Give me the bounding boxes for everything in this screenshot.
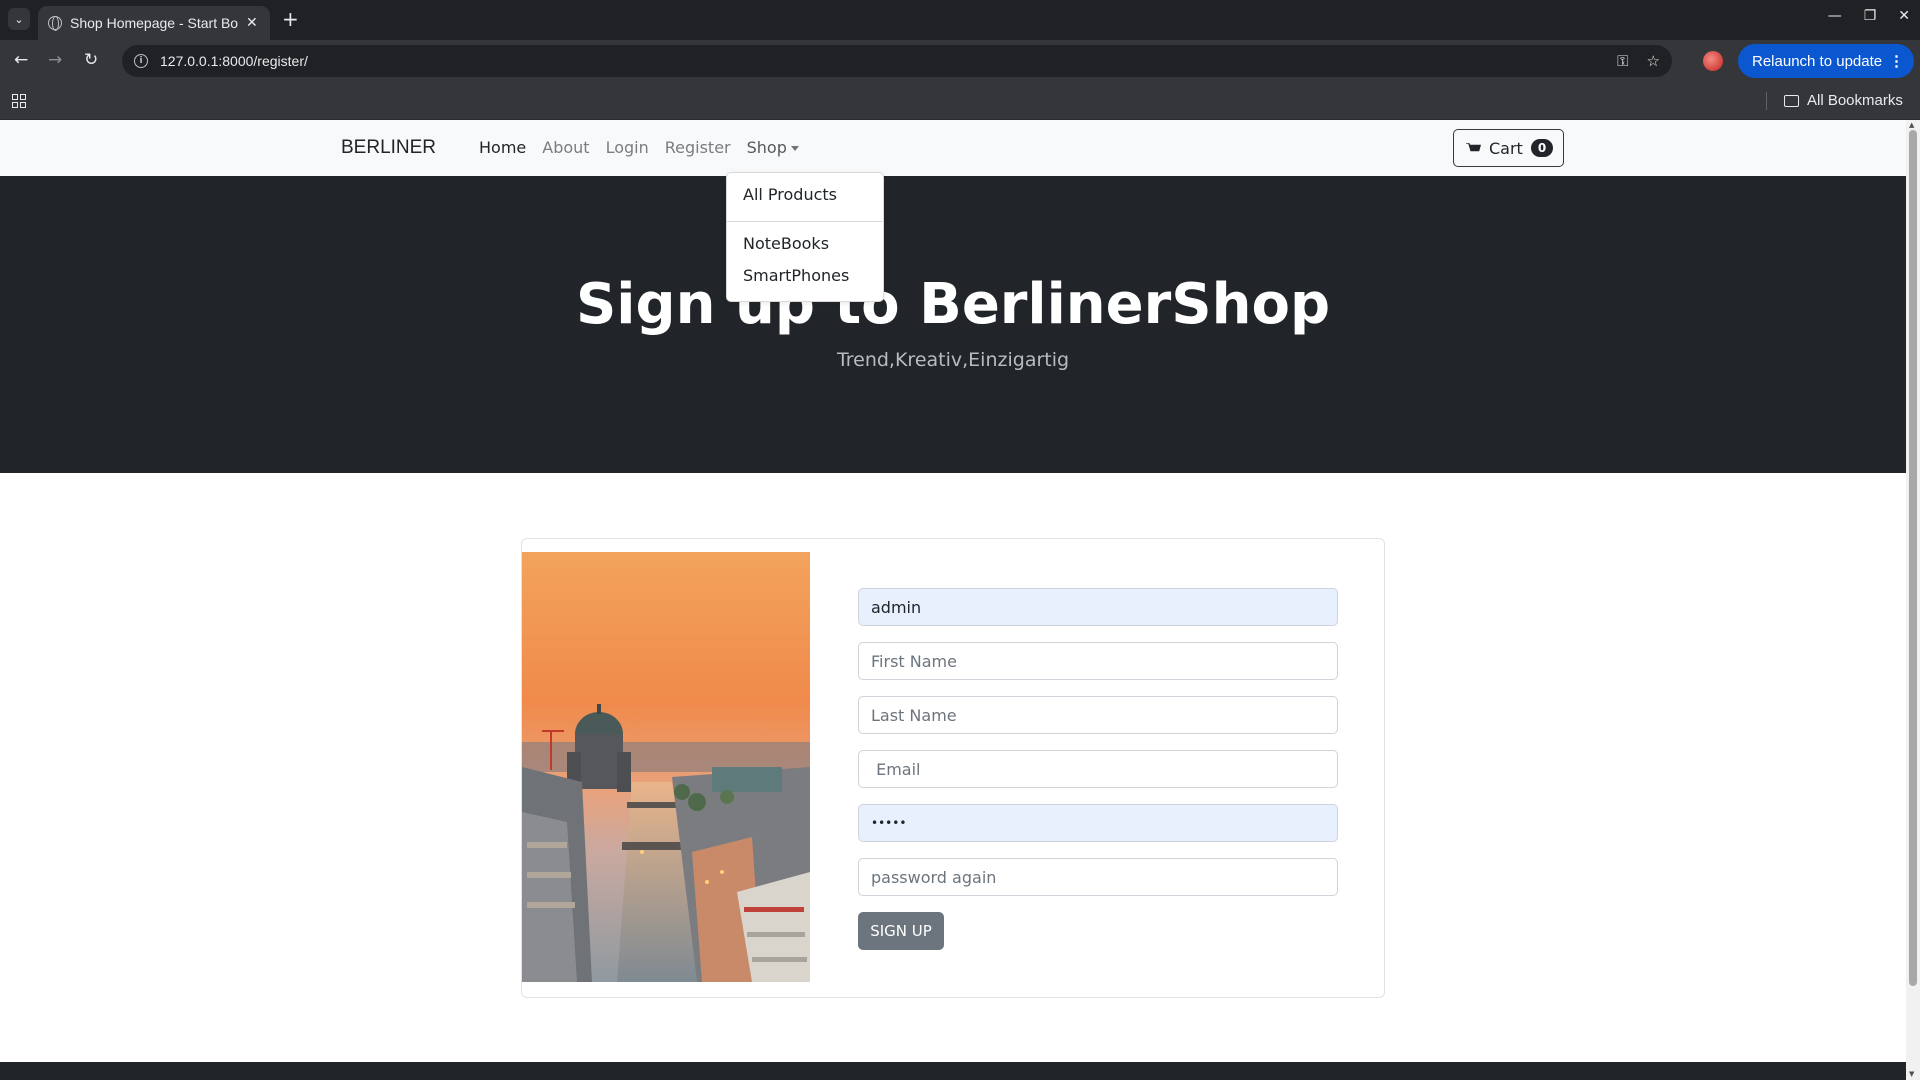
tab-close-icon[interactable]: ✕ xyxy=(246,15,258,31)
all-bookmarks-label: All Bookmarks xyxy=(1807,92,1903,109)
browser-tab-bar: ⌄ Shop Homepage - Start Bootstrap ✕ + — … xyxy=(0,0,1920,40)
nav-shop-label: Shop xyxy=(746,138,787,157)
cart-count-badge: 0 xyxy=(1530,139,1554,157)
footer xyxy=(0,1062,1906,1080)
cart-label: Cart xyxy=(1489,138,1523,158)
scroll-up-arrow-icon[interactable]: ▲ xyxy=(1909,121,1914,129)
apps-grid-icon[interactable] xyxy=(12,94,26,108)
window-controls: — ❐ ✕ xyxy=(1828,8,1910,24)
reload-icon[interactable]: ↻ xyxy=(84,50,98,70)
nav-about-link[interactable]: About xyxy=(542,138,589,157)
password-field[interactable] xyxy=(858,804,1338,842)
address-bar[interactable]: i 127.0.0.1:8000/register/ ⚿ ☆ xyxy=(122,45,1672,77)
minimize-icon[interactable]: — xyxy=(1828,8,1842,24)
bookmarks-bar: All Bookmarks xyxy=(0,82,1920,120)
berlin-cityscape-image xyxy=(522,552,810,982)
scrollbar-thumb[interactable] xyxy=(1909,130,1917,986)
caret-down-icon xyxy=(790,146,799,151)
nav-login-link[interactable]: Login xyxy=(606,138,649,157)
close-window-icon[interactable]: ✕ xyxy=(1898,8,1910,24)
password-key-icon[interactable]: ⚿ xyxy=(1617,52,1628,70)
forward-arrow-icon[interactable]: → xyxy=(48,50,62,70)
hero-subtitle: Trend,Kreativ,Einzigartig xyxy=(836,349,1070,371)
nav-register-link[interactable]: Register xyxy=(665,138,731,157)
all-bookmarks-button[interactable]: All Bookmarks xyxy=(1784,92,1903,109)
bookmarks-divider xyxy=(1766,92,1767,110)
cart-button[interactable]: Cart 0 xyxy=(1453,129,1564,167)
browser-tab-active[interactable]: Shop Homepage - Start Bootstrap ✕ xyxy=(38,6,270,40)
maximize-icon[interactable]: ❐ xyxy=(1864,8,1877,24)
nav-links: Home About Login Register Shop xyxy=(479,138,799,157)
cart-icon xyxy=(1466,142,1481,152)
browser-toolbar: ← → ↻ i 127.0.0.1:8000/register/ ⚿ ☆ Rel… xyxy=(0,40,1920,82)
brand-logo-text[interactable]: BERLINER xyxy=(341,137,436,159)
page-viewport: BERLINER Home About Login Register Shop … xyxy=(0,120,1906,1080)
last-name-field[interactable] xyxy=(858,696,1338,734)
folder-icon xyxy=(1784,94,1799,107)
tab-title: Shop Homepage - Start Bootstrap xyxy=(70,15,238,31)
username-field[interactable] xyxy=(858,588,1338,626)
email-field[interactable] xyxy=(858,750,1338,788)
signup-button[interactable]: SIGN UP xyxy=(858,912,944,950)
shop-dropdown-menu: All Products NoteBooks SmartPhones xyxy=(726,172,884,302)
page-scrollbar[interactable]: ▲ ▼ xyxy=(1906,120,1920,1080)
signup-card: SIGN UP xyxy=(521,538,1385,998)
site-info-icon[interactable]: i xyxy=(134,54,148,68)
globe-icon xyxy=(48,16,62,31)
first-name-field[interactable] xyxy=(858,642,1338,680)
dropdown-divider xyxy=(727,221,883,222)
dropdown-item-notebooks[interactable]: NoteBooks xyxy=(743,234,829,253)
relaunch-button[interactable]: Relaunch to update ⋮ xyxy=(1738,44,1914,78)
hero-title: Sign up to BerlinerShop xyxy=(575,272,1331,337)
more-menu-icon[interactable]: ⋮ xyxy=(1889,52,1904,70)
back-arrow-icon[interactable]: ← xyxy=(14,50,28,70)
url-text[interactable]: 127.0.0.1:8000/register/ xyxy=(160,53,308,69)
nav-shop-dropdown-toggle[interactable]: Shop xyxy=(747,138,799,157)
relaunch-label: Relaunch to update xyxy=(1752,52,1883,70)
profile-avatar[interactable] xyxy=(1703,51,1723,71)
tab-search-chevron-icon[interactable]: ⌄ xyxy=(8,8,30,30)
scroll-down-arrow-icon[interactable]: ▼ xyxy=(1909,1070,1914,1078)
password-again-field[interactable] xyxy=(858,858,1338,896)
nav-home-link[interactable]: Home xyxy=(479,138,526,157)
dropdown-item-smartphones[interactable]: SmartPhones xyxy=(743,266,849,285)
bookmark-star-icon[interactable]: ☆ xyxy=(1647,52,1660,70)
hero-banner: Sign up to BerlinerShop Trend,Kreativ,Ei… xyxy=(0,176,1906,473)
dropdown-item-all-products[interactable]: All Products xyxy=(743,185,837,204)
site-navbar: BERLINER Home About Login Register Shop … xyxy=(0,120,1906,176)
new-tab-button[interactable]: + xyxy=(282,8,299,30)
